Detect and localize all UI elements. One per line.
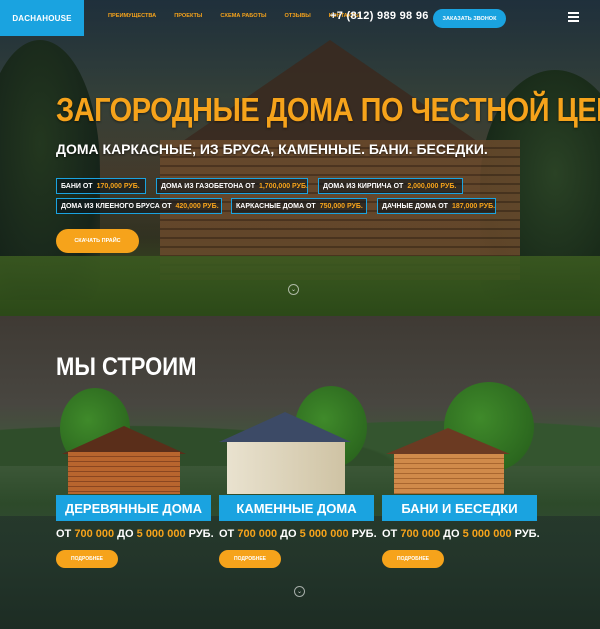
main-nav: ПРЕИМУЩЕСТВА ПРОЕКТЫ СХЕМА РАБОТЫ ОТЗЫВЫ… xyxy=(108,13,360,19)
card-wooden-houses: ДЕРЕВЯННЫЕ ДОМА ОТ 700 000 ДО 5 000 000 … xyxy=(56,382,214,568)
hamburger-icon[interactable] xyxy=(568,12,579,22)
sauna-image xyxy=(382,382,537,494)
price-tag-label: ДАЧНЫЕ ДОМА ОТ xyxy=(382,202,448,210)
hero-section: DACHAHOUSE ПРЕИМУЩЕСТВА ПРОЕКТЫ СХЕМА РА… xyxy=(0,0,600,316)
price-tag-value: 1,700,000 РУБ. xyxy=(258,182,308,190)
price-tag-country-houses: ДАЧНЫЕ ДОМА ОТ 187,000 РУБ. xyxy=(377,198,496,214)
top-bar: DACHAHOUSE ПРЕИМУЩЕСТВА ПРОЕКТЫ СХЕМА РА… xyxy=(0,0,600,36)
card-price: ОТ 700 000 ДО 5 000 000 РУБ. xyxy=(56,528,214,540)
card-saunas-gazebos: БАНИ И БЕСЕДКИ ОТ 700 000 ДО 5 000 000 Р… xyxy=(382,382,540,568)
download-price-button[interactable]: СКАЧАТЬ ПРАЙС xyxy=(56,229,139,253)
more-button[interactable]: ПОДРОБНЕЕ xyxy=(219,550,281,568)
wooden-house-image xyxy=(56,382,211,494)
price-tag-glued-timber: ДОМА ИЗ КЛЕЕНОГО БРУСА ОТ 420,000 РУБ. xyxy=(56,198,222,214)
price-tag-label: ДОМА ИЗ КИРПИЧА ОТ xyxy=(323,182,404,190)
section-title: МЫ СТРОИМ xyxy=(56,352,197,381)
chevron-down-icon[interactable]: ⌄ xyxy=(288,284,299,295)
stone-house-image xyxy=(219,382,374,494)
price-tag-value: 2,000,000 РУБ. xyxy=(407,182,457,190)
card-stone-houses: КАМЕННЫЕ ДОМА ОТ 700 000 ДО 5 000 000 РУ… xyxy=(219,382,377,568)
price-tag-value: 187,000 РУБ. xyxy=(451,202,496,210)
nav-work-scheme[interactable]: СХЕМА РАБОТЫ xyxy=(220,13,266,19)
price-tag-brick: ДОМА ИЗ КИРПИЧА ОТ 2,000,000 РУБ. xyxy=(318,178,463,194)
price-tag-value: 170,000 РУБ. xyxy=(96,182,140,190)
price-tag-label: КАРКАСНЫЕ ДОМА ОТ xyxy=(236,202,316,210)
price-tag-label: ДОМА ИЗ ГАЗОБЕТОНА ОТ xyxy=(161,182,255,190)
card-title: БАНИ И БЕСЕДКИ xyxy=(382,495,537,521)
card-title: КАМЕННЫЕ ДОМА xyxy=(219,495,374,521)
card-title: ДЕРЕВЯННЫЕ ДОМА xyxy=(56,495,211,521)
logo[interactable]: DACHAHOUSE xyxy=(0,0,84,36)
price-tag-value: 420,000 РУБ. xyxy=(175,202,219,210)
card-price: ОТ 700 000 ДО 5 000 000 РУБ. xyxy=(219,528,377,540)
more-button[interactable]: ПОДРОБНЕЕ xyxy=(382,550,444,568)
lawn xyxy=(0,256,600,316)
nav-projects[interactable]: ПРОЕКТЫ xyxy=(174,13,202,19)
nav-advantages[interactable]: ПРЕИМУЩЕСТВА xyxy=(108,13,156,19)
chevron-down-icon[interactable]: ⌄ xyxy=(294,586,305,597)
phone-number[interactable]: +7 (812) 989 98 96 xyxy=(330,10,429,22)
price-tag-label: ДОМА ИЗ КЛЕЕНОГО БРУСА ОТ xyxy=(61,202,172,210)
hero-subtitle: ДОМА КАРКАСНЫЕ, ИЗ БРУСА, КАМЕННЫЕ. БАНИ… xyxy=(56,141,488,157)
price-tag-saunas: БАНИ ОТ 170,000 РУБ. xyxy=(56,178,146,194)
price-tag-frame-houses: КАРКАСНЫЕ ДОМА ОТ 750,000 РУБ. xyxy=(231,198,367,214)
we-build-section: МЫ СТРОИМ ДЕРЕВЯННЫЕ ДОМА ОТ 700 000 ДО … xyxy=(0,316,600,629)
log-house-image xyxy=(160,40,530,280)
price-tag-aerated-concrete: ДОМА ИЗ ГАЗОБЕТОНА ОТ 1,700,000 РУБ. xyxy=(156,178,308,194)
price-tag-label: БАНИ ОТ xyxy=(61,182,93,190)
price-tag-value: 750,000 РУБ. xyxy=(319,202,363,210)
card-price: ОТ 700 000 ДО 5 000 000 РУБ. xyxy=(382,528,540,540)
more-button[interactable]: ПОДРОБНЕЕ xyxy=(56,550,118,568)
call-request-button[interactable]: ЗАКАЗАТЬ ЗВОНОК xyxy=(433,9,506,28)
nav-reviews[interactable]: ОТЗЫВЫ xyxy=(285,13,311,19)
hero-title: ЗАГОРОДНЫЕ ДОМА ПО ЧЕСТНОЙ ЦЕНЕ. xyxy=(56,92,600,129)
